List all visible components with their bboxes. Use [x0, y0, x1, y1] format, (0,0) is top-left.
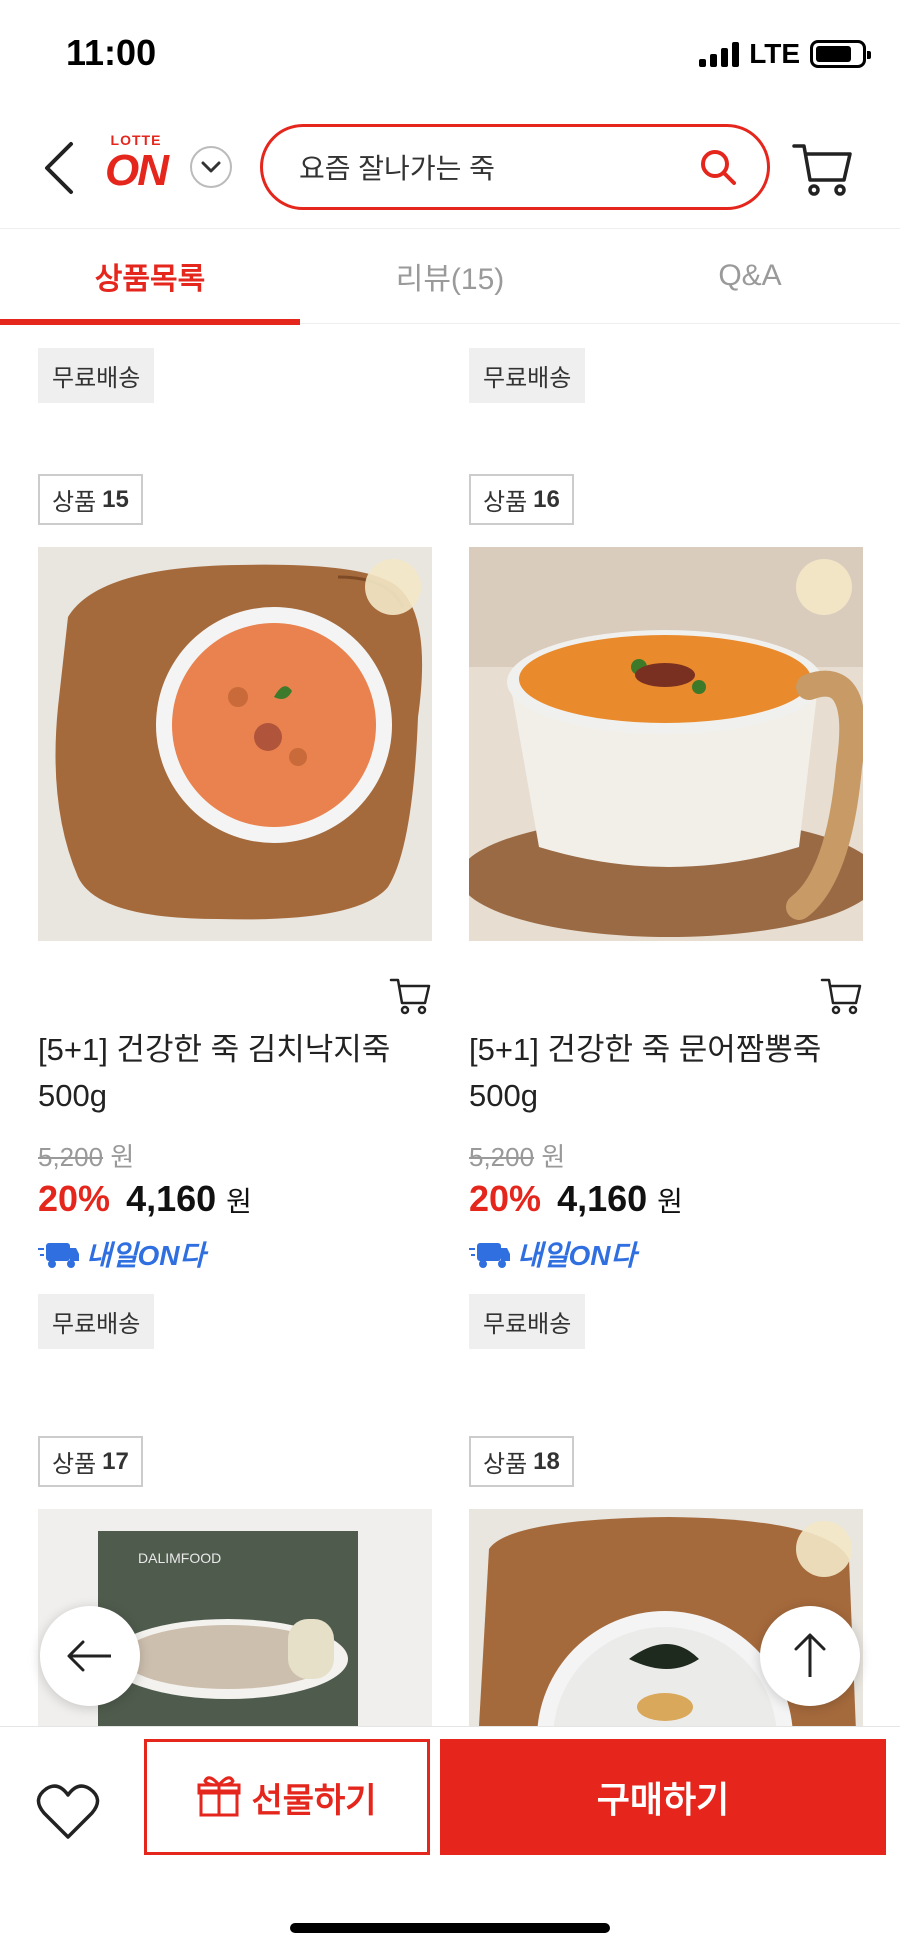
product-card[interactable]: 상품 16 [5+1] 건강한 죽 문어짬뽕죽 500g 5,200 원 20%… [469, 474, 863, 1349]
app-header: LOTTE ON [0, 110, 900, 228]
svg-text:DALIMFOOD: DALIMFOOD [138, 1550, 221, 1566]
status-indicators: LTE [699, 38, 871, 70]
search-input[interactable] [299, 151, 699, 183]
arrow-left-icon [67, 1640, 111, 1672]
scroll-top-button[interactable] [760, 1606, 860, 1706]
product-tabs: 상품목록 리뷰(15) Q&A [0, 228, 900, 325]
product-number: 상품 15 [38, 474, 143, 525]
tomorrow-delivery-badge: 내일ON다 [469, 1234, 863, 1274]
status-bar: 11:00 LTE [0, 0, 900, 110]
product-image[interactable] [469, 547, 863, 941]
wishlist-button[interactable] [36, 1783, 106, 1853]
product-card-tail: 무료배송 [38, 348, 432, 403]
price-row: 20% 4,160 원 [469, 1178, 863, 1220]
heart-icon [36, 1784, 100, 1839]
battery-icon [810, 40, 871, 68]
tomorrow-delivery-badge: 내일ON다 [38, 1234, 432, 1274]
product-card-tail: 무료배송 [469, 348, 863, 403]
gift-icon [197, 1776, 241, 1817]
octopus-jjamppong-porridge-image [469, 547, 863, 941]
sale-price: 4,160 원 [126, 1178, 252, 1219]
product-list-screen: 11:00 LTE LOTTE ON 상품목록 리뷰(15 [0, 0, 900, 1948]
delivery-truck-icon [38, 1243, 79, 1268]
search-icon[interactable] [699, 148, 737, 186]
delivery-truck-icon [469, 1243, 510, 1268]
add-to-cart-icon[interactable] [388, 973, 432, 1017]
chevron-down-icon [201, 161, 221, 173]
product-number: 상품 18 [469, 1436, 574, 1487]
free-shipping-badge: 무료배송 [469, 1294, 586, 1349]
product-image[interactable] [38, 547, 432, 941]
free-shipping-badge: 무료배송 [38, 1294, 155, 1349]
original-price: 5,200 원 [469, 1142, 566, 1172]
discount-rate: 20% [469, 1178, 542, 1219]
tab-qna[interactable]: Q&A [600, 229, 900, 323]
chevron-left-icon [45, 142, 73, 194]
mall-dropdown-button[interactable] [190, 146, 232, 188]
product-card[interactable]: 상품 15 [5+1] 건강한 죽 김치낙지죽 500g 5,200 원 20%… [38, 474, 432, 1349]
sale-price: 4,160 원 [557, 1178, 683, 1219]
cart-icon [792, 144, 852, 196]
product-grid: 무료배송 무료배송 상품 15 [5+1] 건강한 죽 김치낙지죽 500g 5… [0, 326, 900, 1726]
product-number: 상품 17 [38, 1436, 143, 1487]
arrow-up-icon [794, 1633, 826, 1677]
discount-rate: 20% [38, 1178, 111, 1219]
home-indicator[interactable] [290, 1923, 610, 1933]
add-to-cart-icon[interactable] [819, 973, 863, 1017]
price-row: 20% 4,160 원 [38, 1178, 432, 1220]
product-title[interactable]: [5+1] 건강한 죽 문어짬뽕죽 500g [469, 1027, 863, 1119]
cart-button[interactable] [790, 136, 854, 200]
network-label: LTE [749, 38, 800, 69]
signal-icon [699, 41, 740, 67]
status-time: 11:00 [66, 32, 157, 73]
kimchi-octopus-porridge-image [38, 547, 432, 941]
free-shipping-badge: 무료배송 [469, 348, 586, 403]
search-bar[interactable] [260, 124, 770, 210]
tab-product-list[interactable]: 상품목록 [0, 229, 300, 325]
original-price: 5,200 원 [38, 1142, 135, 1172]
product-number: 상품 16 [469, 474, 574, 525]
back-button[interactable] [30, 132, 86, 204]
gift-button[interactable]: 선물하기 [144, 1739, 430, 1855]
product-title[interactable]: [5+1] 건강한 죽 김치낙지죽 500g [38, 1027, 432, 1119]
tab-reviews[interactable]: 리뷰(15) [300, 229, 600, 323]
buy-button[interactable]: 구매하기 [440, 1739, 886, 1855]
free-shipping-badge: 무료배송 [38, 348, 155, 403]
purchase-bar: 선물하기 구매하기 [0, 1726, 900, 1948]
lotte-on-logo[interactable]: LOTTE ON [96, 132, 176, 208]
back-float-button[interactable] [40, 1606, 140, 1706]
